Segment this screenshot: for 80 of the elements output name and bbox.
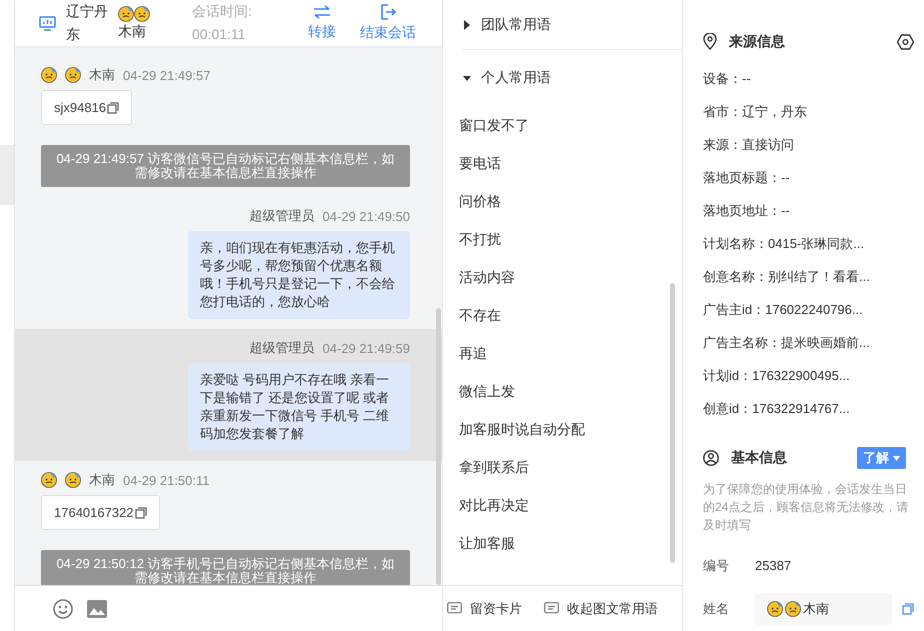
location-pin-icon	[703, 33, 717, 50]
swap-arrows-icon	[313, 5, 331, 19]
transfer-button[interactable]: 转接	[308, 5, 336, 41]
info-field: 广告主名称：提米映画婚前...	[703, 326, 914, 359]
session-time: 00:01:11	[192, 25, 246, 44]
emoji-icon[interactable]	[53, 598, 73, 618]
exit-icon	[380, 4, 396, 20]
info-field: 落地页地址：--	[703, 194, 914, 227]
message-time: 04-29 21:50:11	[123, 472, 210, 488]
emoji-face-icon	[134, 6, 150, 22]
footer-button[interactable]: 收起图文常用语	[544, 600, 658, 618]
name-field[interactable]: 木南	[755, 593, 892, 626]
info-field: 计划id：176322900495...	[703, 358, 914, 392]
field-label: 姓名	[703, 600, 730, 618]
section-title: 来源信息	[729, 32, 785, 51]
caret-down-icon	[893, 456, 900, 461]
scrollbar[interactable]	[670, 283, 675, 563]
info-field: 创意id：176322914767...	[703, 392, 914, 425]
caret-right-icon	[463, 20, 471, 30]
visitor-name: 木南	[118, 22, 146, 40]
phrase-item[interactable]: 问价格	[459, 182, 682, 220]
emoji-face-icon	[41, 472, 57, 488]
phrase-item[interactable]: 活动内容	[459, 258, 682, 296]
message-text: 17640167322	[54, 505, 134, 520]
message-time: 04-29 21:49:50	[322, 208, 410, 224]
copy-icon[interactable]	[107, 102, 120, 114]
note-icon	[544, 602, 559, 615]
sender-name: 超级管理员	[250, 207, 315, 225]
end-session-button[interactable]: 结束会话	[360, 4, 416, 42]
system-notice: 04-29 21:49:57 访客微信号已自动标记右侧基本信息栏，如需修改请在基本信息栏直接操作	[41, 145, 410, 187]
session-label: 会话时间:	[192, 2, 253, 21]
emoji-face-icon	[41, 67, 57, 83]
phrase-item[interactable]: 对比再决定	[459, 486, 682, 524]
monitor-icon	[39, 16, 56, 30]
user-circle-icon	[703, 450, 719, 466]
sender-name: 木南	[89, 471, 115, 489]
phrase-item[interactable]: 加客服时说自动分配	[459, 410, 682, 448]
phrase-item[interactable]: 微信上发	[459, 372, 682, 410]
note-icon	[447, 602, 462, 615]
system-notice: 04-29 21:50:12 访客手机号已自动标记右侧基本信息栏，如需修改请在基本信息栏直接操作	[41, 550, 410, 585]
emoji-face-icon	[65, 472, 81, 488]
caret-down-icon	[463, 73, 471, 83]
emoji-face-icon	[118, 6, 134, 22]
phrase-item[interactable]: 让加客服	[459, 524, 682, 562]
footer-button[interactable]: 留资卡片	[447, 600, 522, 618]
info-field: 创意名称：别纠结了！看看...	[703, 260, 914, 293]
info-field: 广告主id：176022240796...	[703, 292, 914, 326]
info-field: 省市：辽宁，丹东	[703, 94, 914, 128]
info-note: 为了保障您的使用体验，会话发生当日的24点之后，顾客信息将无法修改，请及时填写	[703, 481, 910, 534]
emoji-face-icon	[65, 67, 81, 83]
emoji-face-icon	[767, 601, 783, 618]
message-time: 04-29 21:49:59	[322, 340, 410, 356]
info-field: 计划名称：0415-张琳同款...	[703, 226, 914, 260]
message-time: 04-29 21:49:57	[123, 68, 210, 82]
image-icon[interactable]	[87, 600, 107, 618]
phrase-group-header[interactable]: 个人常用语	[463, 50, 682, 106]
scrollbar[interactable]	[436, 308, 441, 585]
phrase-item[interactable]: 不存在	[459, 296, 682, 334]
phrase-item[interactable]: 再追	[459, 334, 682, 372]
phrase-item[interactable]: 不打扰	[459, 220, 682, 258]
field-value: 25387	[755, 558, 792, 574]
info-field: 落地页标题：--	[703, 160, 914, 194]
phrase-item[interactable]: 拿到联系后	[459, 448, 682, 486]
info-field: 来源：直接访问	[703, 128, 914, 161]
section-title: 基本信息	[731, 449, 787, 468]
phrase-group-header[interactable]: 团队常用语	[463, 0, 682, 50]
copy-icon[interactable]	[902, 603, 914, 616]
info-field: 设备：--	[703, 62, 914, 95]
message-bubble: 亲爱哒 号码用户不存在哦 亲看一下是输错了 还是您设置了呢 或者亲重新发一下微信号 手机号 二维码加您发套餐了解	[188, 363, 410, 451]
field-label: 编号	[703, 556, 730, 575]
phrase-item[interactable]: 窗口发不了	[459, 106, 682, 144]
visitor-location: 辽宁丹东	[66, 2, 108, 44]
message-text: sjx94816	[54, 100, 106, 115]
settings-icon[interactable]	[897, 34, 914, 50]
sender-name: 木南	[89, 66, 115, 84]
emoji-face-icon	[785, 601, 801, 618]
copy-icon[interactable]	[134, 506, 147, 518]
phrase-item[interactable]: 要电话	[459, 144, 682, 182]
message-bubble: 亲，咱们现在有钜惠活动，您手机号多少呢，帮您预留个优惠名额哦！手机号只是登记一下，不会给您打电话的，您放心哈	[188, 231, 410, 319]
sender-name: 超级管理员	[250, 339, 315, 357]
